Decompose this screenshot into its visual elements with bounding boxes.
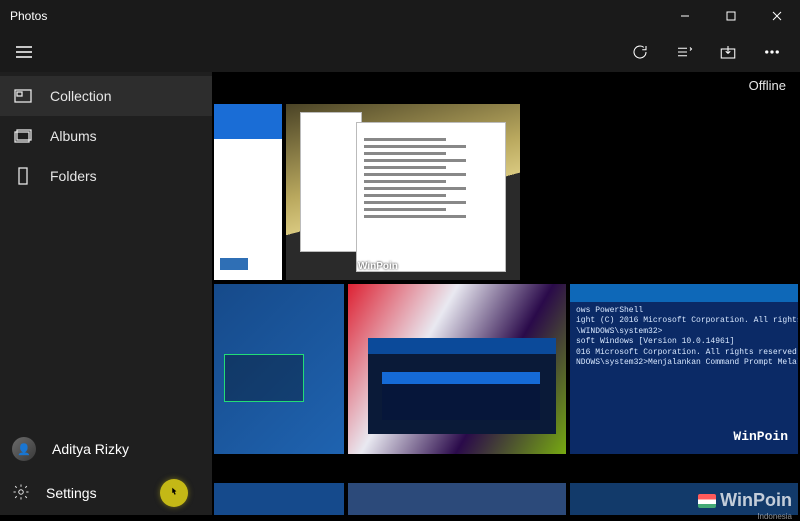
- photo-thumbnail[interactable]: ows PowerShell ight (C) 2016 Microsoft C…: [570, 284, 798, 454]
- photo-thumbnail[interactable]: [348, 483, 566, 515]
- photo-thumbnail[interactable]: [214, 104, 282, 280]
- thumbnail-watermark: WinPoin: [358, 261, 398, 272]
- window-controls: [662, 0, 800, 32]
- sidebar-item-collection[interactable]: Collection: [0, 76, 212, 116]
- sidebar: Collection Albums Folders 👤 Aditya Rizky: [0, 72, 212, 515]
- hamburger-button[interactable]: [0, 32, 48, 72]
- settings-label: Settings: [46, 485, 97, 501]
- sidebar-item-folders[interactable]: Folders: [0, 156, 212, 196]
- user-account-button[interactable]: 👤 Aditya Rizky: [0, 427, 212, 471]
- photo-thumbnail[interactable]: WinPoin: [286, 104, 520, 280]
- flag-icon: [698, 494, 716, 508]
- close-button[interactable]: [754, 0, 800, 32]
- watermark-sub: Indonesia: [757, 512, 792, 521]
- thumbnail-watermark: WinPoin: [733, 429, 788, 446]
- sidebar-item-albums[interactable]: Albums: [0, 116, 212, 156]
- avatar: 👤: [12, 437, 36, 461]
- window-title: Photos: [10, 9, 47, 23]
- settings-button[interactable]: Settings: [0, 471, 212, 515]
- import-button[interactable]: [706, 32, 750, 72]
- collection-icon: [14, 89, 32, 103]
- cursor-highlight-icon: [160, 479, 188, 507]
- photo-grid: Offline WinPoin ows PowerShell ight (C) …: [212, 72, 800, 515]
- photo-thumbnail[interactable]: [348, 284, 566, 454]
- folders-icon: [14, 167, 32, 185]
- refresh-button[interactable]: [618, 32, 662, 72]
- photo-thumbnail[interactable]: [214, 284, 344, 454]
- watermark-brand: WinPoin: [720, 490, 792, 511]
- more-button[interactable]: [750, 32, 794, 72]
- sidebar-item-label: Folders: [50, 168, 97, 184]
- select-button[interactable]: [662, 32, 706, 72]
- sidebar-item-label: Collection: [50, 88, 111, 104]
- user-name: Aditya Rizky: [52, 441, 129, 457]
- titlebar: Photos: [0, 0, 800, 32]
- command-bar: [0, 32, 800, 72]
- page-watermark: WinPoin Indonesia: [698, 490, 792, 511]
- photo-thumbnail[interactable]: [214, 483, 344, 515]
- maximize-button[interactable]: [708, 0, 754, 32]
- gear-icon: [12, 483, 30, 504]
- albums-icon: [14, 129, 32, 143]
- minimize-button[interactable]: [662, 0, 708, 32]
- sidebar-item-label: Albums: [50, 128, 97, 144]
